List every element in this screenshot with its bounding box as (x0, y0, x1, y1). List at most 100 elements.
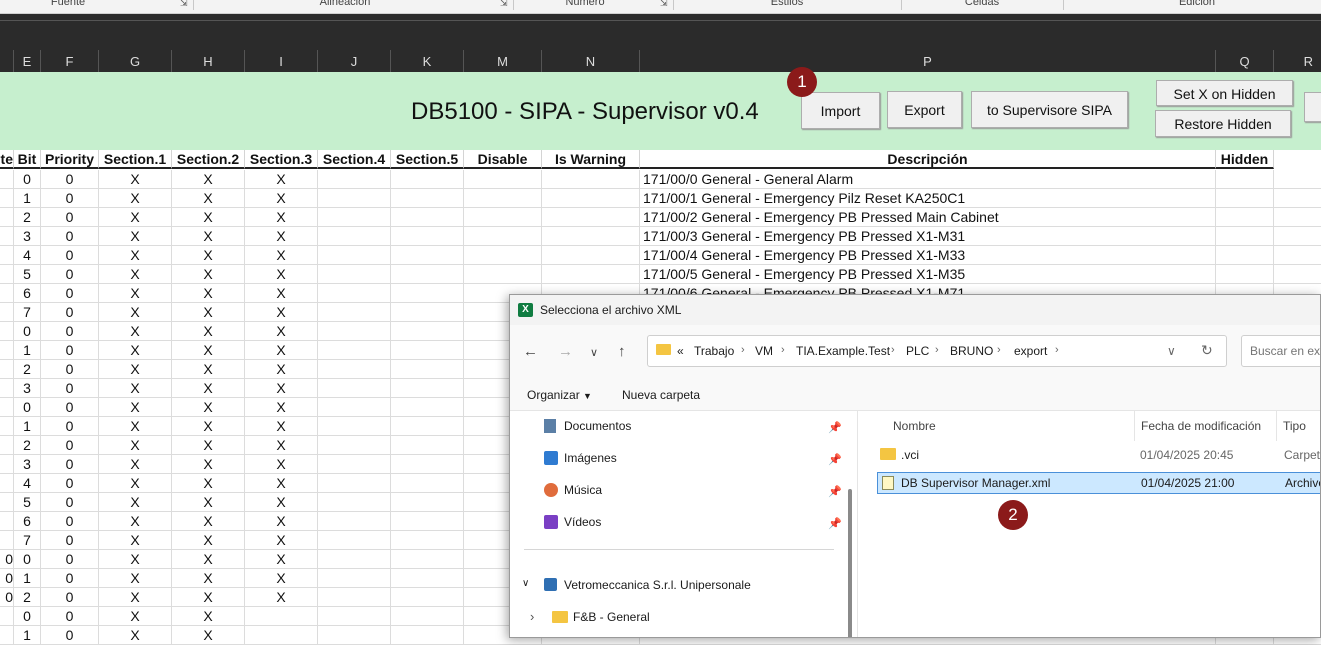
cell-empty[interactable] (391, 265, 464, 284)
pin-icon[interactable]: 📌 (828, 421, 842, 434)
cell-s1[interactable]: X (99, 360, 172, 379)
header-description[interactable]: Descripción (640, 150, 1216, 169)
cell-pre[interactable] (0, 360, 14, 379)
pin-icon[interactable]: 📌 (828, 517, 842, 530)
cell-s2[interactable]: X (172, 474, 245, 493)
cell-bit[interactable]: 3 (14, 227, 41, 246)
cell-bit[interactable]: 1 (14, 626, 41, 645)
cell-pre[interactable] (0, 398, 14, 417)
cell-empty[interactable] (1274, 246, 1321, 265)
column-header-n[interactable]: N (542, 50, 640, 72)
cell-empty[interactable] (391, 284, 464, 303)
cell-s2[interactable]: X (172, 265, 245, 284)
cell-empty[interactable] (318, 417, 391, 436)
cell-empty[interactable] (391, 379, 464, 398)
chevron-down-icon[interactable]: ∨ (1167, 344, 1176, 358)
nav-scrollbar[interactable] (848, 489, 852, 637)
cell-s3[interactable]: X (245, 531, 318, 550)
cell-empty[interactable] (1274, 227, 1321, 246)
nav-item-folder-fb[interactable]: › F&B - General (530, 608, 842, 630)
cell-s2[interactable]: X (172, 284, 245, 303)
cell-empty[interactable] (391, 626, 464, 645)
cell-prio[interactable]: 0 (41, 550, 99, 569)
cell-empty[interactable] (391, 303, 464, 322)
cell-pre[interactable] (0, 379, 14, 398)
cell-empty[interactable] (464, 189, 542, 208)
cell-empty[interactable] (1274, 189, 1321, 208)
cell-pre[interactable] (0, 626, 14, 645)
chevron-right-icon[interactable]: › (891, 344, 895, 356)
cell-prio[interactable]: 0 (41, 607, 99, 626)
cell-bit[interactable]: 0 (14, 607, 41, 626)
cell-empty[interactable] (1274, 265, 1321, 284)
cell-bit[interactable]: 5 (14, 265, 41, 284)
cell-s3[interactable]: X (245, 170, 318, 189)
cell-prio[interactable]: 0 (41, 588, 99, 607)
cell-s3[interactable]: X (245, 436, 318, 455)
cell-s1[interactable]: X (99, 569, 172, 588)
nav-item-music[interactable]: Música (544, 481, 844, 503)
cell-bit[interactable]: 7 (14, 303, 41, 322)
cell-prio[interactable]: 0 (41, 303, 99, 322)
column-header-i[interactable]: I (245, 50, 318, 72)
cell-empty[interactable] (391, 436, 464, 455)
cell-empty[interactable] (318, 588, 391, 607)
cell-bit[interactable]: 0 (14, 170, 41, 189)
cell-s2[interactable]: X (172, 208, 245, 227)
cell-empty[interactable] (318, 569, 391, 588)
new-folder-button[interactable]: Nueva carpeta (622, 388, 700, 402)
column-date-header[interactable]: Fecha de modificación (1141, 419, 1261, 433)
cell-bit[interactable]: 6 (14, 284, 41, 303)
cell-empty[interactable] (1274, 170, 1321, 189)
cell-s3[interactable]: X (245, 284, 318, 303)
cell-pre[interactable]: 0 (0, 550, 14, 569)
chevron-right-icon[interactable]: › (530, 609, 534, 624)
cell-s2[interactable]: X (172, 246, 245, 265)
cell-s2[interactable]: X (172, 436, 245, 455)
cell-empty[interactable] (391, 189, 464, 208)
cell-pre[interactable] (0, 208, 14, 227)
formula-bar[interactable] (0, 14, 1321, 50)
cell-empty[interactable] (464, 208, 542, 227)
cell-prio[interactable]: 0 (41, 569, 99, 588)
cell-empty[interactable] (318, 360, 391, 379)
cell-s3[interactable]: X (245, 341, 318, 360)
cell-empty[interactable] (318, 493, 391, 512)
cell-desc[interactable]: 171/00/4 General - Emergency PB Pressed … (640, 246, 1216, 265)
header-section-1[interactable]: Section.1 (99, 150, 172, 169)
cell-pre[interactable] (0, 474, 14, 493)
cell-empty[interactable] (318, 284, 391, 303)
cell-bit[interactable]: 4 (14, 246, 41, 265)
cell-prio[interactable]: 0 (41, 455, 99, 474)
cell-s2[interactable]: X (172, 588, 245, 607)
header-disable[interactable]: Disable (464, 150, 542, 169)
cell-s1[interactable]: X (99, 588, 172, 607)
cell-prio[interactable]: 0 (41, 474, 99, 493)
cell-s3[interactable]: X (245, 455, 318, 474)
cell-pre[interactable] (0, 493, 14, 512)
cell-bit[interactable]: 6 (14, 512, 41, 531)
cell-s3[interactable]: X (245, 398, 318, 417)
header-section-3[interactable]: Section.3 (245, 150, 318, 169)
cell-s3[interactable]: X (245, 189, 318, 208)
extra-button[interactable] (1304, 92, 1321, 122)
cell-pre[interactable] (0, 417, 14, 436)
header-section-5[interactable]: Section.5 (391, 150, 464, 169)
cell-empty[interactable] (318, 303, 391, 322)
cell-pre[interactable] (0, 455, 14, 474)
cell-s2[interactable]: X (172, 512, 245, 531)
chevron-right-icon[interactable]: › (997, 344, 1001, 356)
cell-prio[interactable]: 0 (41, 208, 99, 227)
cell-s3[interactable]: X (245, 227, 318, 246)
cell-empty[interactable] (318, 208, 391, 227)
cell-bit[interactable]: 1 (14, 189, 41, 208)
cell-s1[interactable]: X (99, 417, 172, 436)
cell-pre[interactable] (0, 607, 14, 626)
cell-empty[interactable] (391, 246, 464, 265)
cell-pre[interactable] (0, 341, 14, 360)
cell-s3[interactable]: X (245, 512, 318, 531)
cell-prio[interactable]: 0 (41, 284, 99, 303)
cell-empty[interactable] (464, 265, 542, 284)
file-row-db-supervisor-manager[interactable]: DB Supervisor Manager.xml 01/04/2025 21:… (877, 472, 1320, 494)
cell-empty[interactable] (318, 512, 391, 531)
